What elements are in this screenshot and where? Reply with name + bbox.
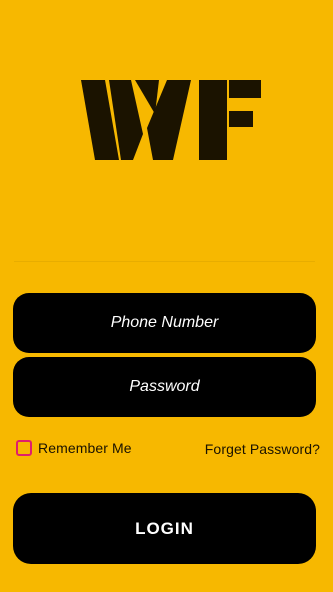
phone-number-input[interactable] xyxy=(13,293,316,353)
remember-me-label: Remember Me xyxy=(38,440,132,456)
login-button[interactable]: LOGIN xyxy=(13,493,316,564)
wf-logo xyxy=(81,80,261,160)
remember-me-checkbox[interactable] xyxy=(16,440,32,456)
forgot-password-link[interactable]: Forget Password? xyxy=(205,441,320,457)
divider xyxy=(14,261,315,262)
password-input[interactable] xyxy=(13,357,316,417)
remember-me-toggle[interactable]: Remember Me xyxy=(16,440,132,456)
